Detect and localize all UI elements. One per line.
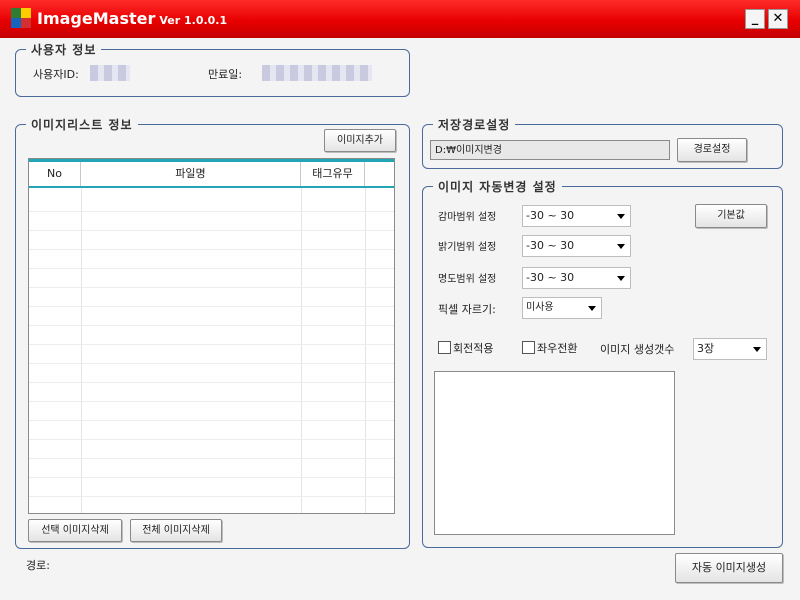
- expiry-label: 만료일:: [208, 68, 243, 81]
- set-path-button[interactable]: 경로설정: [677, 138, 747, 162]
- image-count-label: 이미지 생성갯수: [600, 343, 675, 356]
- image-list-title: 이미지리스트 정보: [26, 116, 138, 133]
- add-image-button[interactable]: 이미지추가: [324, 129, 396, 152]
- column-header-tag[interactable]: 태그유무: [301, 162, 365, 186]
- contrast-range-value: -30 ~ 30: [526, 271, 575, 284]
- app-version: Ver 1.0.0.1: [159, 14, 228, 27]
- rotate-label: 회전적용: [453, 342, 494, 355]
- image-count-select[interactable]: 3장: [693, 338, 767, 360]
- table-header: No 파일명 태그유무: [29, 162, 394, 188]
- save-path-input[interactable]: D:₩이미지변경: [430, 140, 670, 160]
- minimize-button[interactable]: _: [745, 9, 765, 29]
- save-path-title: 저장경로설정: [433, 116, 516, 133]
- flip-checkbox[interactable]: [522, 341, 535, 354]
- contrast-range-select[interactable]: -30 ~ 30: [522, 267, 631, 289]
- pixel-crop-value: 미사용: [526, 302, 554, 313]
- close-button[interactable]: ✕: [768, 9, 788, 29]
- column-header-no[interactable]: No: [29, 162, 81, 186]
- contrast-label: 명도범위 설정: [438, 274, 497, 285]
- chevron-down-icon: [753, 347, 761, 352]
- title-bar: ImageMaster Ver 1.0.0.1 _ ✕: [0, 0, 800, 38]
- delete-all-button[interactable]: 전체 이미지삭제: [130, 519, 222, 542]
- pixel-crop-select[interactable]: 미사용: [522, 297, 602, 319]
- rotate-checkbox[interactable]: [438, 341, 451, 354]
- default-button[interactable]: 기본값: [695, 204, 767, 228]
- delete-selected-button[interactable]: 선택 이미지삭제: [28, 519, 122, 542]
- app-title: ImageMaster Ver 1.0.0.1: [37, 9, 227, 28]
- pixel-crop-label: 픽셀 자르기:: [438, 303, 496, 316]
- auto-convert-title: 이미지 자동변경 설정: [433, 178, 562, 195]
- image-preview-area: [434, 371, 675, 535]
- app-logo-icon: [11, 8, 31, 28]
- chevron-down-icon: [588, 306, 596, 311]
- brightness-range-value: -30 ~ 30: [526, 239, 575, 252]
- image-count-value: 3장: [697, 342, 715, 355]
- column-header-filename[interactable]: 파일명: [81, 162, 301, 186]
- chevron-down-icon: [617, 276, 625, 281]
- expiry-value: [262, 65, 372, 81]
- image-list-table[interactable]: No 파일명 태그유무: [28, 158, 395, 514]
- path-status-label: 경로:: [26, 559, 50, 572]
- flip-label: 좌우전환: [537, 342, 578, 355]
- chevron-down-icon: [617, 214, 625, 219]
- generate-images-button[interactable]: 자동 이미지생성: [675, 553, 783, 583]
- gamma-range-select[interactable]: -30 ~ 30: [522, 205, 631, 227]
- gamma-range-value: -30 ~ 30: [526, 209, 575, 222]
- app-name: ImageMaster: [37, 9, 156, 28]
- user-id-label: 사용자ID:: [33, 68, 79, 81]
- user-id-value: [90, 65, 130, 81]
- gamma-label: 감마범위 설정: [438, 212, 497, 223]
- chevron-down-icon: [617, 244, 625, 249]
- brightness-label: 밝기범위 설정: [438, 242, 497, 253]
- brightness-range-select[interactable]: -30 ~ 30: [522, 235, 631, 257]
- user-info-title: 사용자 정보: [26, 41, 102, 58]
